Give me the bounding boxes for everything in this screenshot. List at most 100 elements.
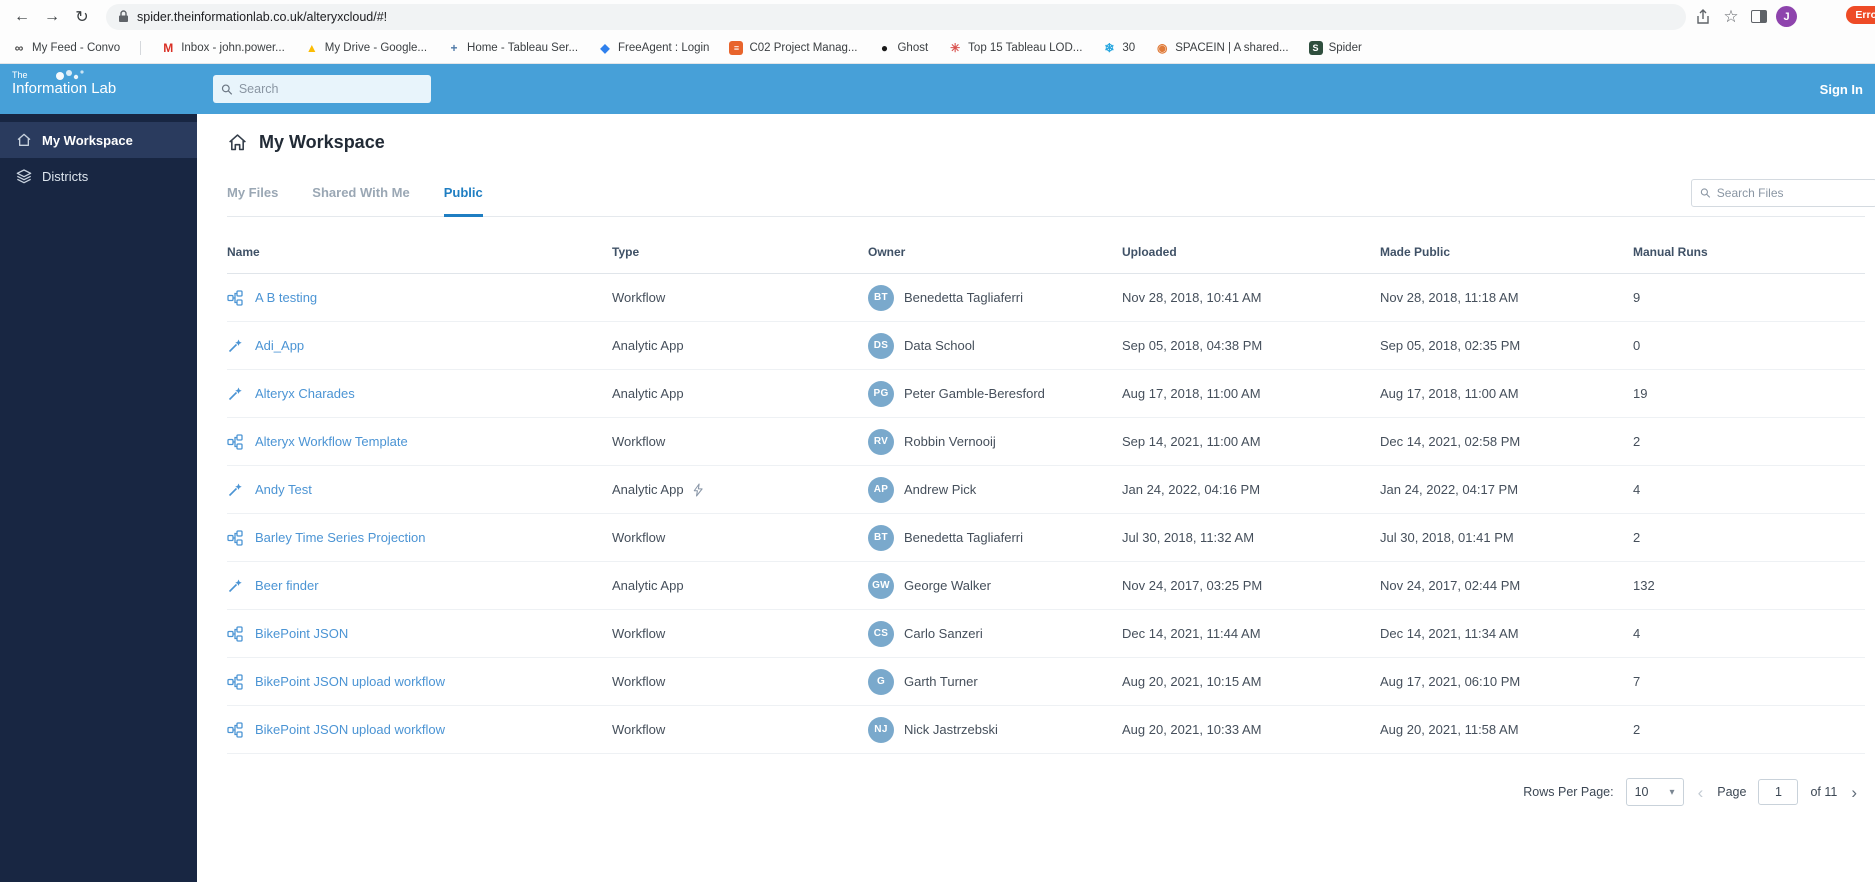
bolt-icon: [692, 482, 704, 497]
file-name-link[interactable]: A B testing: [255, 290, 317, 305]
refresh-button[interactable]: ↻: [70, 5, 94, 29]
files-search[interactable]: [1691, 179, 1875, 207]
made-public-date: Aug 17, 2021, 06:10 PM: [1380, 674, 1521, 689]
uploaded-date: Aug 17, 2018, 11:00 AM: [1122, 386, 1261, 401]
bookmark-item[interactable]: ✳ Top 15 Tableau LOD...: [948, 41, 1082, 55]
file-type-label: Analytic App: [612, 482, 684, 497]
global-search-input[interactable]: [238, 82, 423, 96]
manual-runs-count: 7: [1633, 674, 1641, 689]
table-row[interactable]: BikePoint JSON upload workflow Workflow …: [227, 658, 1865, 706]
file-name-link[interactable]: Adi_App: [255, 338, 304, 353]
page-label: Page: [1717, 785, 1747, 799]
prev-page-chevron-icon[interactable]: ‹: [1696, 784, 1706, 801]
spacein-icon: ◉: [1156, 41, 1168, 55]
bookmark-item[interactable]: ● Ghost: [877, 41, 928, 55]
table-row[interactable]: Andy Test Analytic App AP Andrew Pick Ja…: [227, 466, 1865, 514]
uploaded-date: Jan 24, 2022, 04:16 PM: [1122, 482, 1261, 497]
analytic-app-icon: [227, 386, 243, 402]
rows-per-page-label: Rows Per Page:: [1523, 785, 1614, 799]
file-name-link[interactable]: BikePoint JSON upload workflow: [255, 674, 445, 689]
back-button[interactable]: ←: [10, 5, 34, 29]
address-bar[interactable]: spider.theinformationlab.co.uk/alteryxcl…: [106, 3, 1686, 30]
extension-error-badge[interactable]: Erro: [1846, 6, 1875, 24]
home-icon: [16, 132, 32, 148]
page-number-input[interactable]: [1758, 779, 1799, 805]
tab-my-files[interactable]: My Files: [227, 185, 278, 217]
workflow-icon: [227, 673, 243, 690]
file-name-link[interactable]: BikePoint JSON upload workflow: [255, 722, 445, 737]
table-row[interactable]: BikePoint JSON upload workflow Workflow …: [227, 706, 1865, 754]
table-row[interactable]: Adi_App Analytic App DS Data School Sep …: [227, 322, 1865, 370]
column-header-manual-runs[interactable]: Manual Runs: [1633, 245, 1865, 259]
manual-runs-count: 19: [1633, 386, 1648, 401]
owner-name: George Walker: [904, 578, 991, 593]
sidebar-item-my-workspace[interactable]: My Workspace: [0, 122, 197, 158]
manual-runs-count: 2: [1633, 530, 1641, 545]
tab-public[interactable]: Public: [443, 185, 483, 217]
files-search-input[interactable]: [1716, 186, 1868, 200]
layers-icon: [16, 168, 32, 184]
column-header-uploaded[interactable]: Uploaded: [1122, 245, 1380, 259]
drive-icon: ▲: [305, 41, 318, 55]
bookmark-item[interactable]: S Spider: [1308, 41, 1362, 55]
owner-avatar: DS: [868, 332, 894, 359]
owner-name: Peter Gamble-Beresford: [904, 386, 1045, 401]
bookmark-label: Inbox - john.power...: [181, 42, 285, 54]
sidebar-item-label: Districts: [42, 168, 89, 184]
file-name-link[interactable]: Alteryx Workflow Template: [255, 434, 408, 449]
side-panel-icon[interactable]: [1748, 6, 1770, 28]
forward-button[interactable]: →: [40, 5, 64, 29]
search-icon: [221, 83, 233, 95]
column-header-owner[interactable]: Owner: [868, 245, 1122, 259]
bookmark-star-icon[interactable]: ☆: [1720, 6, 1742, 28]
table-row[interactable]: Alteryx Workflow Template Workflow RV Ro…: [227, 418, 1865, 466]
column-header-type[interactable]: Type: [612, 245, 868, 259]
bookmark-item[interactable]: + Home - Tableau Ser...: [447, 41, 579, 55]
bookmark-item[interactable]: M Inbox - john.power...: [161, 41, 285, 55]
rows-per-page-select[interactable]: 10 ▾: [1625, 778, 1684, 806]
analytic-app-icon: [227, 482, 243, 498]
made-public-date: Nov 28, 2018, 11:18 AM: [1380, 290, 1519, 305]
tab-shared-with-me[interactable]: Shared With Me: [312, 185, 409, 217]
uploaded-date: Sep 05, 2018, 04:38 PM: [1122, 338, 1263, 353]
file-name-link[interactable]: Alteryx Charades: [255, 386, 355, 401]
table-row[interactable]: A B testing Workflow BT Benedetta Taglia…: [227, 274, 1865, 322]
next-page-chevron-icon[interactable]: ›: [1849, 784, 1859, 801]
table-row[interactable]: BikePoint JSON Workflow CS Carlo Sanzeri…: [227, 610, 1865, 658]
browser-toolbar: ← → ↻ spider.theinformationlab.co.uk/alt…: [0, 0, 1875, 33]
bookmarks-bar: ∞ My Feed - Convo M Inbox - john.power..…: [0, 33, 1875, 64]
bookmark-item[interactable]: ◆ FreeAgent : Login: [598, 41, 709, 55]
global-search[interactable]: [213, 75, 431, 103]
file-name-link[interactable]: Beer finder: [255, 578, 319, 593]
bookmark-item[interactable]: ◉ SPACEIN | A shared...: [1155, 41, 1289, 55]
sidebar: My Workspace Districts: [0, 114, 197, 882]
table-row[interactable]: Barley Time Series Projection Workflow B…: [227, 514, 1865, 562]
sidebar-item-label: My Workspace: [42, 132, 133, 148]
column-header-name[interactable]: Name: [227, 245, 612, 259]
bookmark-label: C02 Project Manag...: [749, 42, 858, 54]
logo-line2: Information Lab: [12, 80, 117, 97]
bookmark-item[interactable]: ∞ My Feed - Convo: [12, 41, 142, 55]
manual-runs-count: 0: [1633, 338, 1641, 353]
file-type-label: Workflow: [612, 290, 666, 305]
bookmark-item[interactable]: ❄ 30: [1102, 41, 1135, 55]
page: ← → ↻ spider.theinformationlab.co.uk/alt…: [0, 0, 1875, 882]
file-name-link[interactable]: Andy Test: [255, 482, 312, 497]
analytic-app-icon: [227, 578, 243, 594]
workflow-icon: [227, 721, 243, 738]
table-row[interactable]: Alteryx Charades Analytic App PG Peter G…: [227, 370, 1865, 418]
sign-in-link[interactable]: Sign In: [1820, 82, 1863, 97]
file-type-label: Analytic App: [612, 578, 684, 593]
file-name-link[interactable]: Barley Time Series Projection: [255, 530, 426, 545]
share-icon[interactable]: [1692, 6, 1714, 28]
lock-icon: [118, 10, 129, 23]
logo-bubbles-icon: [56, 70, 84, 80]
bookmark-item[interactable]: ▲ My Drive - Google...: [305, 41, 427, 55]
sidebar-item-districts[interactable]: Districts: [0, 158, 197, 194]
column-header-made-public[interactable]: Made Public: [1380, 245, 1633, 259]
profile-avatar[interactable]: J: [1776, 6, 1797, 27]
table-row[interactable]: Beer finder Analytic App GW George Walke…: [227, 562, 1865, 610]
information-lab-logo[interactable]: The Information Lab: [0, 64, 197, 114]
bookmark-item[interactable]: ≡ C02 Project Manag...: [729, 41, 857, 55]
file-name-link[interactable]: BikePoint JSON: [255, 626, 348, 641]
